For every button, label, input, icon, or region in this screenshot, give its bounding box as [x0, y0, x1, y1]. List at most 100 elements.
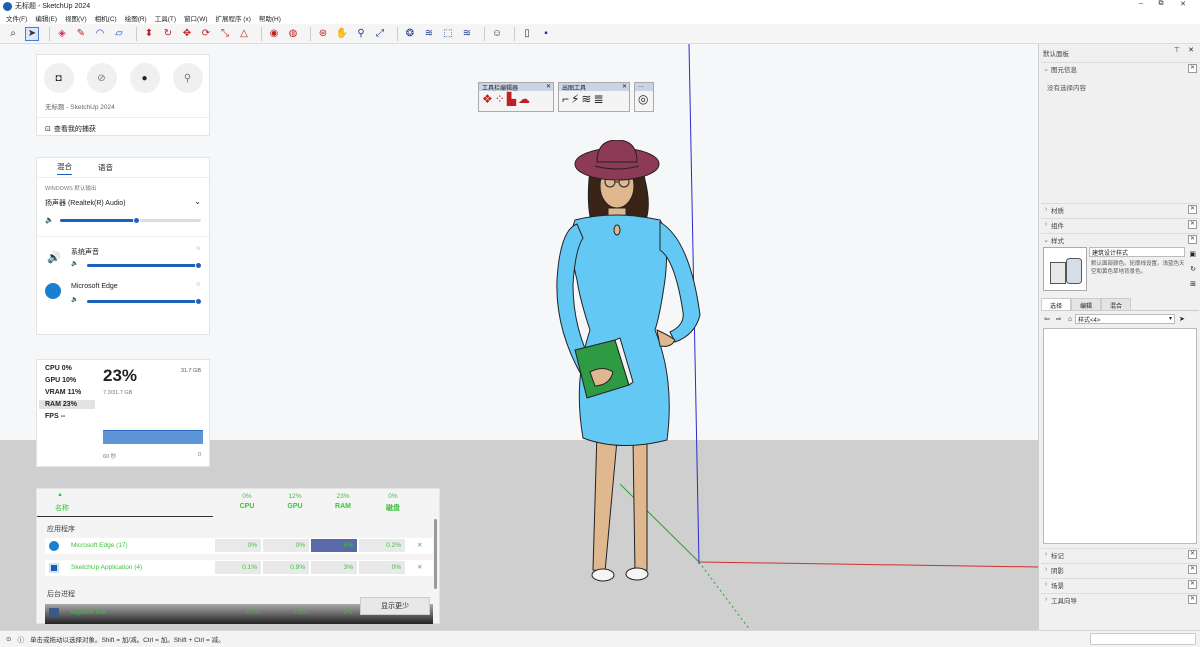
minimize-button[interactable]: – [1130, 0, 1152, 7]
update-style-icon[interactable]: ↻ [1190, 265, 1196, 273]
profile-icon[interactable]: ☺ [490, 27, 504, 41]
info-icon[interactable]: ⓘ [17, 634, 24, 644]
chevron-down-icon[interactable]: ⌄ [194, 197, 201, 206]
drawing-tools-window[interactable]: 出图工具 ✕ ⌐⚡≋≣ [558, 82, 630, 112]
output-device-select[interactable]: 扬声器 (Realtek(R) Audio) [45, 200, 126, 207]
drawing-tools-icons[interactable]: ⌐⚡≋≣ [559, 91, 629, 107]
pan-icon[interactable]: ✋ [335, 27, 349, 41]
save-style-icon[interactable]: ▣ [1189, 250, 1196, 258]
panel-components[interactable]: › 组件 ✕ [1041, 218, 1199, 230]
system-volume-slider[interactable] [87, 262, 202, 269]
pin-icon[interactable]: ⊤ [1174, 46, 1180, 54]
back-icon[interactable]: ⇦ [1044, 315, 1050, 323]
menu-window[interactable]: 窗口(W) [184, 13, 207, 23]
camera-icon[interactable]: ◘ [43, 63, 74, 93]
close-icon[interactable]: ✕ [1188, 565, 1197, 574]
close-icon[interactable]: ✕ [1188, 64, 1197, 73]
warehouse-icon[interactable]: ❂ [403, 27, 417, 41]
style-list[interactable] [1043, 328, 1197, 544]
close-icon[interactable]: ✕ [1188, 205, 1197, 214]
toolbar-editor-icons[interactable]: ❖⁘▙☁ [479, 91, 553, 107]
end-task-icon[interactable]: ✕ [417, 563, 422, 571]
paint-bucket-icon[interactable]: ◍ [286, 27, 300, 41]
geo-location-icon[interactable]: ⊙ [6, 635, 11, 643]
panel-entity-info[interactable]: ⌄ 图元信息 ✕ [1041, 62, 1199, 74]
close-icon[interactable]: ✕ [1188, 580, 1197, 589]
close-icon[interactable]: ✕ [546, 83, 551, 90]
tab-select[interactable]: 选择 [1041, 298, 1072, 310]
select-icon[interactable]: ➤ [25, 26, 39, 41]
home-icon[interactable]: ⌂ [1068, 316, 1072, 323]
share-icon[interactable]: ⬚ [441, 27, 455, 41]
woman-figure[interactable] [535, 140, 735, 600]
pin-icon[interactable]: ☆ [196, 245, 201, 252]
zoom-icon[interactable]: ⚲ [354, 27, 368, 41]
tab-mix[interactable]: 混合 [1101, 298, 1132, 310]
perf-row-gpu[interactable]: GPU 10% [39, 376, 95, 385]
style-thumbnail[interactable] [1043, 247, 1087, 291]
menu-help[interactable]: 帮助(H) [259, 13, 281, 23]
edge-volume-slider[interactable] [87, 298, 202, 305]
tab-voice[interactable]: 语音 [98, 162, 113, 173]
account-icon[interactable]: ▪ [539, 27, 553, 41]
arc-icon[interactable]: ◠ [93, 27, 107, 41]
close-icon[interactable]: ✕ [1188, 595, 1197, 604]
panel-materials[interactable]: › 材质 ✕ [1041, 203, 1199, 215]
offset-icon[interactable]: △ [237, 27, 251, 41]
menu-view[interactable]: 视图(V) [65, 13, 87, 23]
follow-me-icon[interactable]: ↻ [161, 27, 175, 41]
process-row[interactable]: Microsoft Edge (17) 0% 0% 5% 0.2% ✕ [45, 538, 433, 554]
tab-edit[interactable]: 编辑 [1071, 298, 1102, 310]
fingerprint-icon[interactable]: ◎ [635, 91, 653, 107]
maximize-button[interactable]: ⧉ [1150, 0, 1172, 8]
tape-measure-icon[interactable]: ◉ [267, 27, 281, 41]
tab-mix[interactable]: 混合 [57, 161, 72, 175]
master-volume-slider[interactable] [59, 216, 201, 224]
measurements-box[interactable] [1090, 633, 1196, 645]
show-less-button[interactable]: 显示更少 [360, 597, 430, 615]
col-ram-header[interactable]: RAM [331, 503, 355, 510]
extension-icon[interactable]: ≋ [422, 27, 436, 41]
menu-draw[interactable]: 绘图(R) [125, 13, 147, 23]
col-name-header[interactable]: 名称 [55, 503, 69, 513]
menu-file[interactable]: 文件(F) [6, 13, 27, 23]
orbit-icon[interactable]: ⊛ [316, 27, 330, 41]
layout-icon[interactable]: ≋ [460, 27, 474, 41]
view-captures-link[interactable]: 查看我的捕获 [54, 124, 96, 134]
col-disk-header[interactable]: 磁盘 [383, 503, 403, 513]
menu-extensions[interactable]: 扩展程序 (x) [216, 13, 251, 23]
pencil-icon[interactable]: ✎ [74, 27, 88, 41]
new-file-icon[interactable]: ▯ [520, 27, 534, 41]
panel-shadows[interactable]: › 阴影 ✕ [1041, 563, 1199, 575]
toolbar-editor-window[interactable]: 工具栏编辑器 ✕ ❖⁘▙☁ [478, 82, 554, 112]
style-collection-select[interactable]: 样式<4> ▾ [1074, 314, 1175, 324]
perf-row-ram[interactable]: RAM 23% [39, 400, 95, 409]
panel-tags[interactable]: › 标记 ✕ [1041, 548, 1199, 560]
panel-scenes[interactable]: › 场景 ✕ [1041, 578, 1199, 590]
style-name-field[interactable]: 建筑设计样式 [1089, 247, 1185, 257]
rectangle-icon[interactable]: ▱ [112, 27, 126, 41]
eraser-icon[interactable]: ◈ [55, 27, 69, 41]
close-icon[interactable]: ✕ [1188, 235, 1197, 244]
close-icon[interactable]: ✕ [1188, 550, 1197, 559]
close-button[interactable]: ✕ [1172, 0, 1194, 8]
forward-icon[interactable]: ⇨ [1056, 315, 1062, 323]
pin-icon[interactable]: ☆ [196, 281, 201, 288]
process-row[interactable]: SketchUp Application (4) 0.1% 0.9% 3% 0%… [45, 560, 433, 576]
panel-instructor[interactable]: › 工具向导 ✕ [1041, 593, 1199, 605]
zoom-extents-icon[interactable]: ⤢ [373, 27, 387, 41]
model-viewport[interactable]: 工具栏编辑器 ✕ ❖⁘▙☁ 出图工具 ✕ ⌐⚡≋≣ … ◎ ◘ ⊘ ● ⚲ 无标题 … [0, 44, 1038, 630]
scrollbar[interactable] [434, 519, 437, 589]
menu-camera[interactable]: 相机(C) [95, 13, 117, 23]
close-icon[interactable]: ✕ [622, 83, 627, 90]
details-icon[interactable]: ➤ [1179, 315, 1185, 323]
end-task-icon[interactable]: ✕ [417, 541, 422, 549]
panel-styles[interactable]: ⌄ 样式 ✕ [1041, 233, 1199, 245]
scale-icon[interactable]: ⤡ [218, 27, 232, 41]
record-icon[interactable]: ● [129, 63, 160, 93]
menu-tools[interactable]: 工具(T) [155, 13, 176, 23]
no-record-icon[interactable]: ⊘ [86, 63, 117, 93]
perf-row-vram[interactable]: VRAM 11% [39, 388, 95, 397]
close-icon[interactable]: ✕ [1188, 220, 1197, 229]
menu-edit[interactable]: 编辑(E) [35, 13, 57, 23]
